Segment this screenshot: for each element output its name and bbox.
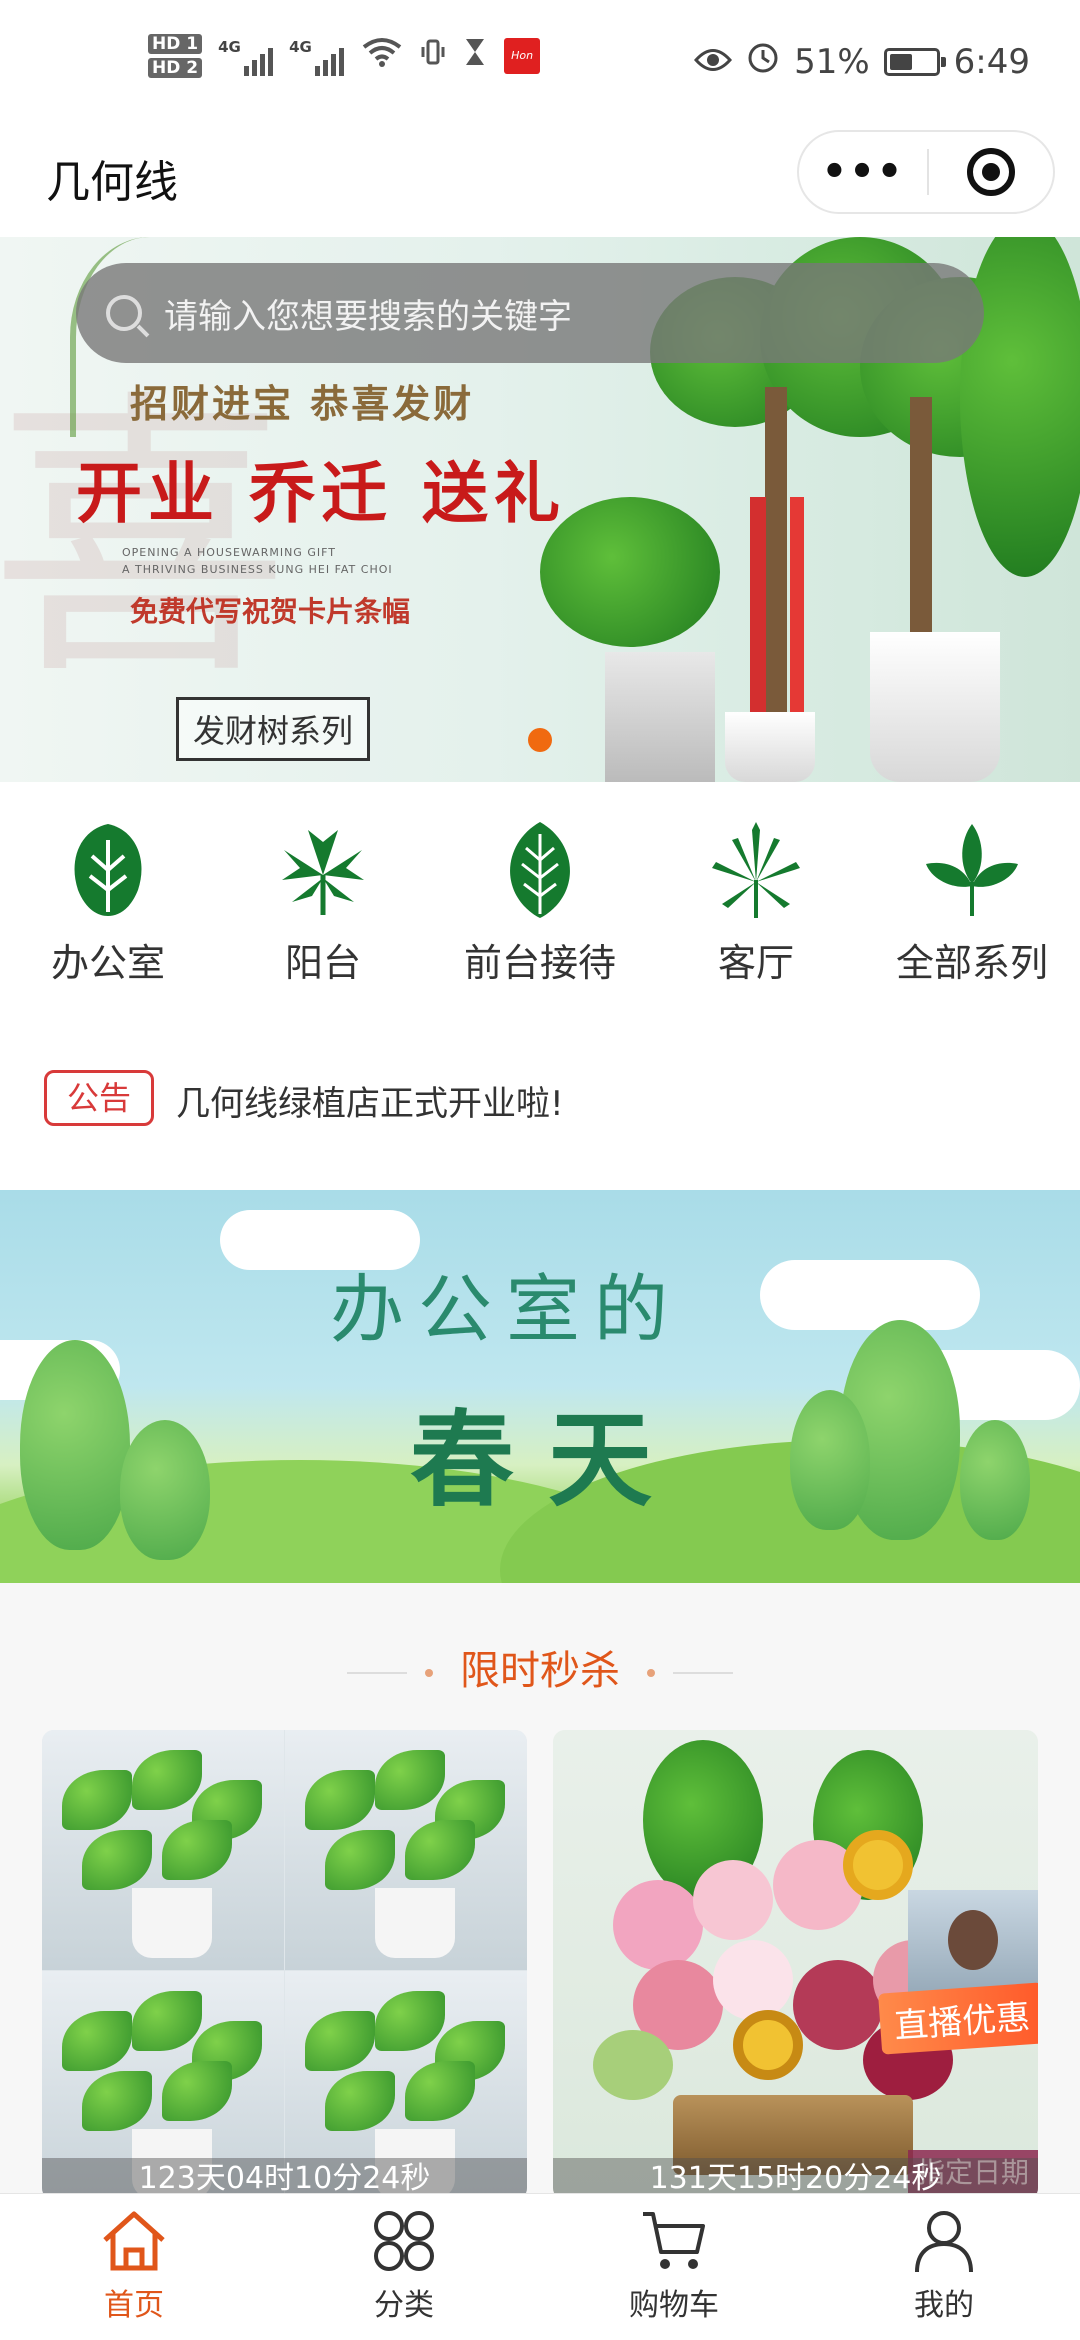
bottom-tab-bar: 首页 分类 购物车 我的 (0, 2193, 1080, 2340)
tree (790, 1390, 870, 1530)
category-label: 全部系列 (895, 941, 1048, 985)
home-icon (103, 2211, 165, 2271)
target-icon (967, 148, 1015, 196)
tab-category[interactable]: 分类 (304, 2206, 504, 2324)
tab-label: 购物车 (629, 2288, 719, 2323)
palm-leaf-icon (282, 830, 364, 915)
close-program-button[interactable] (929, 148, 1053, 196)
plant-pot (870, 632, 1000, 782)
search-input[interactable]: 请输入您想要搜索的关键字 (76, 263, 984, 363)
red-ribbon (750, 497, 766, 747)
page-title: 几何线 (46, 157, 178, 208)
status-left: HD 1 HD 2 4G 4G Hon (148, 34, 541, 78)
banner-series-label[interactable]: 发财树系列 (176, 697, 371, 761)
hd1-icon: HD 1 (148, 34, 203, 54)
eye-icon (694, 42, 733, 82)
red-ribbon (790, 497, 804, 727)
app-notification-icon: Hon (504, 38, 541, 74)
tree (120, 1420, 210, 1560)
battery-icon (883, 47, 946, 76)
leaf-round-icon (510, 822, 570, 918)
category-label: 阳台 (284, 941, 361, 985)
plant-leaf (960, 237, 1080, 577)
tab-home[interactable]: 首页 (34, 2206, 234, 2324)
clock-time: 6:49 (953, 41, 1030, 82)
category-label: 前台接待 (463, 941, 616, 985)
banner-subtitle: 招财进宝 恭喜发财 (130, 382, 475, 426)
promo-banner[interactable]: 办公室的 春天 (0, 1190, 1080, 1583)
banner-english: OPENING A HOUSEWARMING GIFT A THRIVING B… (122, 546, 393, 576)
tree (960, 1420, 1030, 1540)
user-icon (915, 2211, 973, 2273)
signal-2-icon: 4G (289, 36, 345, 76)
tree-trunk (765, 387, 787, 717)
leaf-oval-icon (74, 824, 142, 916)
banner-free-text: 免费代写祝贺卡片条幅 (130, 595, 411, 628)
tab-label: 我的 (914, 2288, 974, 2323)
category-label: 办公室 (50, 941, 165, 985)
battery-percent: 51% (794, 41, 870, 82)
hd-indicators: HD 1 HD 2 (148, 34, 203, 78)
promo-line-1: 办公室的 (330, 1267, 682, 1353)
product-card[interactable]: 直播优惠 指定日期 131天15时20分24秒 (553, 1730, 1038, 2200)
category-icon (374, 2211, 434, 2271)
tab-label: 分类 (374, 2288, 434, 2323)
more-dots-icon[interactable]: ••• (799, 130, 927, 214)
live-discount-badge: 直播优惠 (878, 1982, 1038, 2055)
product-card[interactable]: 123天04时10分24秒 (42, 1730, 527, 2200)
status-right: 51% 6:49 (694, 40, 1030, 83)
flash-sale-header: 限时秒杀 (0, 1638, 1080, 1696)
banner-headline: 开业 乔迁 送礼 (76, 454, 566, 532)
product-image (285, 1730, 527, 1970)
vibrate-icon (420, 37, 446, 75)
carousel-indicator[interactable] (528, 728, 552, 752)
plant-leaf (540, 497, 720, 647)
notice-tag: 公告 (44, 1070, 154, 1126)
category-nav: 办公室 阳台 前台接待 客厅 全部系列 (0, 820, 1080, 1010)
notice-text[interactable]: 几何线绿植店正式开业啦! (176, 1076, 564, 1125)
star-leaf-icon (712, 822, 800, 918)
category-office[interactable]: 办公室 (8, 820, 208, 987)
signal-1-icon: 4G (218, 36, 274, 76)
product-image (42, 1730, 284, 1970)
category-label: 客厅 (717, 941, 794, 985)
tab-label: 首页 (104, 2288, 164, 2323)
hourglass-icon (464, 37, 486, 75)
alarm-icon (746, 40, 780, 83)
cart-icon (643, 2212, 705, 2269)
flash-sale-title: 限时秒杀 (460, 1648, 620, 1694)
plant-pot (725, 712, 815, 782)
hd2-icon: HD 2 (148, 58, 203, 78)
plant-pot (605, 652, 715, 782)
category-living-room[interactable]: 客厅 (656, 820, 856, 987)
search-placeholder: 请输入您想要搜索的关键字 (164, 296, 572, 337)
tab-cart[interactable]: 购物车 (574, 2206, 774, 2324)
search-icon (106, 295, 142, 331)
triple-leaf-icon (926, 824, 1018, 916)
cloud (760, 1260, 980, 1330)
status-bar: HD 1 HD 2 4G 4G Hon 51% 6:49 (0, 0, 1080, 135)
tab-profile[interactable]: 我的 (844, 2206, 1044, 2324)
tree (20, 1340, 130, 1550)
wifi-icon (362, 37, 402, 75)
promo-line-2: 春天 (410, 1398, 687, 1521)
category-all-series[interactable]: 全部系列 (872, 820, 1072, 987)
category-reception[interactable]: 前台接待 (440, 820, 640, 987)
mini-program-capsule: ••• (797, 130, 1055, 214)
category-balcony[interactable]: 阳台 (223, 820, 423, 987)
